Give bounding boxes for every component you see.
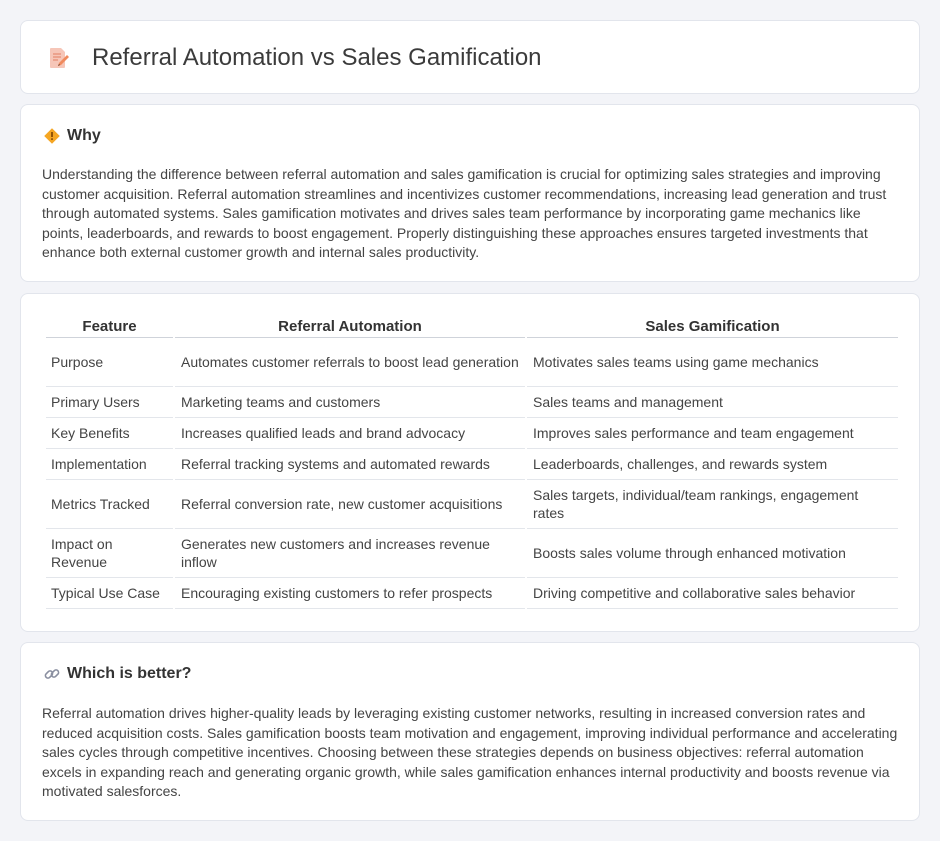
gamification-cell: Boosts sales volume through enhanced mot… bbox=[527, 529, 898, 578]
table-row: Purpose Automates customer referrals to … bbox=[46, 338, 898, 387]
referral-cell: Referral conversion rate, new customer a… bbox=[175, 480, 525, 529]
table-row: Primary Users Marketing teams and custom… bbox=[46, 387, 898, 418]
which-is-better-text: Referral automation drives higher-qualit… bbox=[42, 705, 898, 799]
gamification-cell: Sales teams and management bbox=[527, 387, 898, 418]
feature-cell: Purpose bbox=[46, 338, 173, 387]
which-is-better-section: Which is better? Referral automation dri… bbox=[20, 642, 920, 821]
column-header-feature: Feature bbox=[46, 314, 173, 338]
gamification-cell: Improves sales performance and team enga… bbox=[527, 418, 898, 449]
feature-cell: Primary Users bbox=[46, 387, 173, 418]
table-row: Key Benefits Increases qualified leads a… bbox=[46, 418, 898, 449]
gamification-cell: Sales targets, individual/team rankings,… bbox=[527, 480, 898, 529]
table-header-row: Feature Referral Automation Sales Gamifi… bbox=[46, 314, 898, 338]
link-icon bbox=[44, 669, 60, 679]
why-title: Why bbox=[67, 127, 101, 144]
diamond-warning-icon bbox=[44, 128, 60, 144]
column-header-sales-gamification: Sales Gamification bbox=[527, 314, 898, 338]
page-title: Referral Automation vs Sales Gamificatio… bbox=[92, 44, 542, 71]
table-row: Typical Use Case Encouraging existing cu… bbox=[46, 578, 898, 609]
gamification-cell: Motivates sales teams using game mechani… bbox=[527, 338, 898, 387]
why-text: Understanding the difference between ref… bbox=[42, 166, 887, 260]
gamification-cell: Leaderboards, challenges, and rewards sy… bbox=[527, 449, 898, 480]
table-row: Metrics Tracked Referral conversion rate… bbox=[46, 480, 898, 529]
feature-cell: Metrics Tracked bbox=[46, 480, 173, 529]
referral-cell: Generates new customers and increases re… bbox=[175, 529, 525, 578]
referral-cell: Marketing teams and customers bbox=[175, 387, 525, 418]
referral-cell: Increases qualified leads and brand advo… bbox=[175, 418, 525, 449]
feature-cell: Key Benefits bbox=[46, 418, 173, 449]
which-is-better-title: Which is better? bbox=[67, 665, 192, 682]
table-row: Implementation Referral tracking systems… bbox=[46, 449, 898, 480]
header-card: Referral Automation vs Sales Gamificatio… bbox=[20, 20, 920, 94]
referral-cell: Encouraging existing customers to refer … bbox=[175, 578, 525, 609]
gamification-cell: Driving competitive and collaborative sa… bbox=[527, 578, 898, 609]
feature-cell: Implementation bbox=[46, 449, 173, 480]
comparison-table: Feature Referral Automation Sales Gamifi… bbox=[44, 314, 900, 609]
document-pen-icon bbox=[50, 48, 69, 68]
referral-cell: Automates customer referrals to boost le… bbox=[175, 338, 525, 387]
feature-cell: Typical Use Case bbox=[46, 578, 173, 609]
why-section: Why Understanding the difference between… bbox=[20, 104, 920, 282]
comparison-table-card: Feature Referral Automation Sales Gamifi… bbox=[20, 293, 920, 632]
table-row: Impact on Revenue Generates new customer… bbox=[46, 529, 898, 578]
feature-cell: Impact on Revenue bbox=[46, 529, 173, 578]
referral-cell: Referral tracking systems and automated … bbox=[175, 449, 525, 480]
column-header-referral-automation: Referral Automation bbox=[175, 314, 525, 338]
